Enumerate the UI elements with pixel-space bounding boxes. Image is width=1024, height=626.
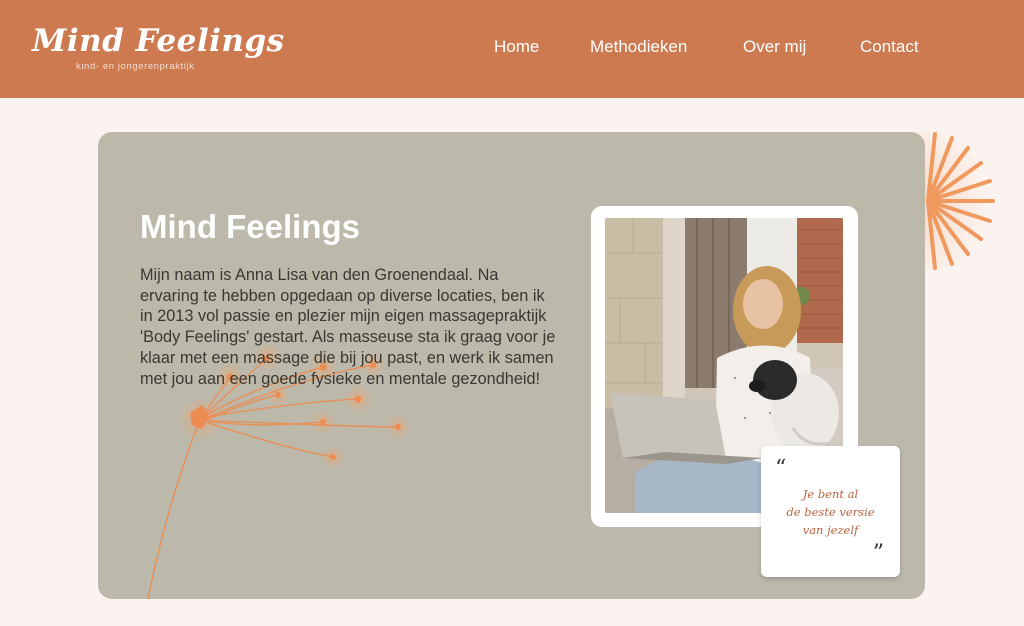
hero-title: Mind Feelings <box>140 208 361 245</box>
hero-body: Mijn naam is Anna Lisa van den Groenenda… <box>140 266 556 388</box>
quote-open-mark: “ <box>775 456 787 481</box>
brand-tagline: kind- en jongerenpraktijk <box>76 61 195 72</box>
brand-logo[interactable]: Mind Feelings kind- en jongerenpraktijk <box>32 23 285 76</box>
quote-text: Je bent al de beste versie van jezelf <box>761 485 900 539</box>
quote-card: “ Je bent al de beste versie van jezelf … <box>761 446 900 577</box>
quote-line: de beste versie <box>786 505 875 519</box>
brand-name: Mind Feelings <box>32 23 285 59</box>
nav-item-home[interactable]: Home <box>494 37 539 57</box>
quote-line: van jezelf <box>802 523 859 537</box>
quote-line: Je bent al <box>802 487 859 501</box>
nav-item-over-mij[interactable]: Over mij <box>743 37 806 57</box>
nav-item-methodieken[interactable]: Methodieken <box>590 37 687 57</box>
nav-item-contact[interactable]: Contact <box>860 37 919 57</box>
quote-close-mark: ” <box>872 541 884 566</box>
site-header: Mind Feelings kind- en jongerenpraktijk … <box>0 0 1024 98</box>
